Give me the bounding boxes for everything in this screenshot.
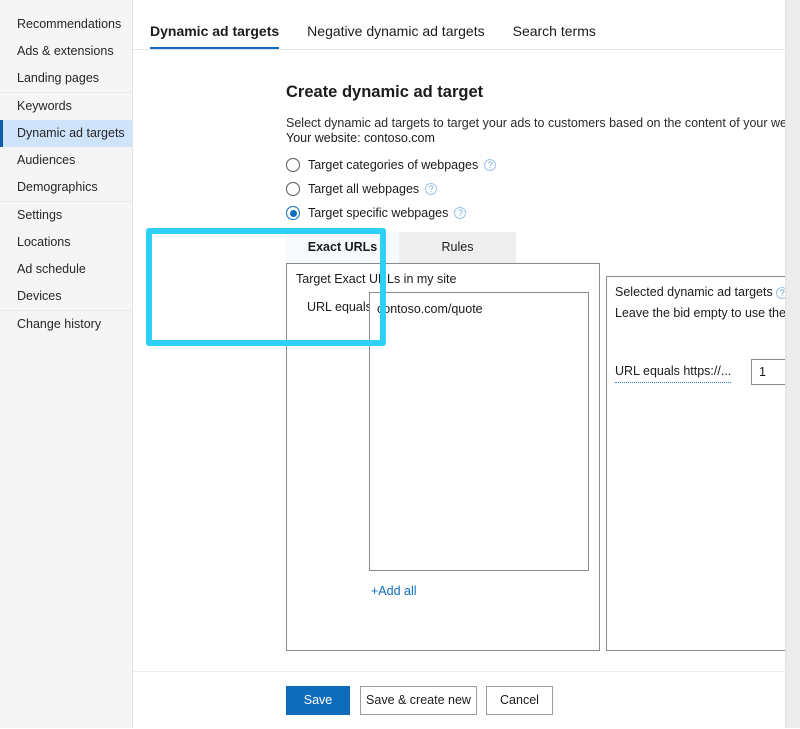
left-navigation-sidebar: RecommendationsAds & extensionsLanding p… xyxy=(0,0,133,728)
radio-label: Target all webpages xyxy=(308,182,419,196)
sidebar-group: SettingsLocationsAd scheduleDevices xyxy=(0,202,132,311)
vertical-scrollbar[interactable] xyxy=(785,0,800,728)
main-content: Dynamic ad targets Negative dynamic ad ta… xyxy=(133,0,800,728)
radio-label: Target categories of webpages xyxy=(308,158,478,172)
page-title: Create dynamic ad target xyxy=(286,83,483,102)
tab-negative-dynamic-ad-targets[interactable]: Negative dynamic ad targets xyxy=(307,23,484,49)
radio-option-target-all-webpages[interactable]: Target all webpages? xyxy=(286,177,496,201)
cancel-button[interactable]: Cancel xyxy=(486,686,553,715)
selected-targets-title: Selected dynamic ad targets ? xyxy=(615,285,788,299)
sidebar-item-devices[interactable]: Devices xyxy=(0,283,132,310)
targeting-radio-group: Target categories of webpages?Target all… xyxy=(286,153,496,225)
tab-dynamic-ad-targets[interactable]: Dynamic ad targets xyxy=(150,23,279,49)
sidebar-item-ad-schedule[interactable]: Ad schedule xyxy=(0,256,132,283)
inner-tab-exact-urls[interactable]: Exact URLs xyxy=(286,232,399,263)
form-footer: Save Save & create new Cancel xyxy=(133,671,785,729)
exact-urls-pane: Target Exact URLs in my site URL equals … xyxy=(286,263,600,651)
help-icon[interactable]: ? xyxy=(484,159,496,171)
selected-targets-pane: Selected dynamic ad targets ? Clear all … xyxy=(606,276,800,651)
radio-button[interactable] xyxy=(286,206,300,220)
selected-target-name[interactable]: URL equals https://... xyxy=(615,364,731,383)
default-bid-hint: Leave the bid empty to use the default a… xyxy=(615,306,800,320)
page-description: Select dynamic ad targets to target your… xyxy=(286,116,800,130)
sidebar-item-audiences[interactable]: Audiences xyxy=(0,147,132,174)
sidebar-group: RecommendationsAds & extensionsLanding p… xyxy=(0,11,132,93)
inner-tab-rules[interactable]: Rules xyxy=(399,232,516,263)
radio-option-target-specific-webpages[interactable]: Target specific webpages? xyxy=(286,201,496,225)
sidebar-item-dynamic-ad-targets[interactable]: Dynamic ad targets xyxy=(0,120,132,147)
target-type-tabs: Exact URLsRules xyxy=(286,232,516,263)
sidebar-item-keywords[interactable]: Keywords xyxy=(0,93,132,120)
radio-option-target-categories-of-webpages[interactable]: Target categories of webpages? xyxy=(286,153,496,177)
save-and-create-new-button[interactable]: Save & create new xyxy=(360,686,477,715)
sidebar-group: KeywordsDynamic ad targetsAudiencesDemog… xyxy=(0,93,132,202)
top-tab-bar: Dynamic ad targets Negative dynamic ad ta… xyxy=(133,0,785,50)
sidebar-item-landing-pages[interactable]: Landing pages xyxy=(0,65,132,92)
save-button[interactable]: Save xyxy=(286,686,350,715)
url-list-textarea[interactable] xyxy=(369,292,589,571)
app-window: RecommendationsAds & extensionsLanding p… xyxy=(0,0,800,728)
selected-targets-title-text: Selected dynamic ad targets xyxy=(615,285,773,299)
help-icon[interactable]: ? xyxy=(454,207,466,219)
sidebar-item-ads-extensions[interactable]: Ads & extensions xyxy=(0,38,132,65)
sidebar-item-locations[interactable]: Locations xyxy=(0,229,132,256)
radio-button[interactable] xyxy=(286,182,300,196)
help-icon[interactable]: ? xyxy=(425,183,437,195)
radio-label: Target specific webpages xyxy=(308,206,448,220)
tab-search-terms[interactable]: Search terms xyxy=(513,23,596,49)
sidebar-item-demographics[interactable]: Demographics xyxy=(0,174,132,201)
radio-button[interactable] xyxy=(286,158,300,172)
sidebar-item-change-history[interactable]: Change history xyxy=(0,311,132,338)
sidebar-item-settings[interactable]: Settings xyxy=(0,202,132,229)
page-description-text: Select dynamic ad targets to target your… xyxy=(286,116,800,130)
panel-body: Create dynamic ad target Select dynamic … xyxy=(133,50,785,728)
exact-urls-pane-title: Target Exact URLs in my site xyxy=(296,272,456,286)
add-all-link[interactable]: +Add all xyxy=(371,584,417,598)
url-equals-label: URL equals xyxy=(307,300,372,314)
sidebar-group: Change history xyxy=(0,311,132,338)
selected-target-row: URL equals https://...USD xyxy=(607,353,800,393)
your-website-label: Your website: contoso.com xyxy=(286,131,435,145)
sidebar-item-recommendations[interactable]: Recommendations xyxy=(0,11,132,38)
